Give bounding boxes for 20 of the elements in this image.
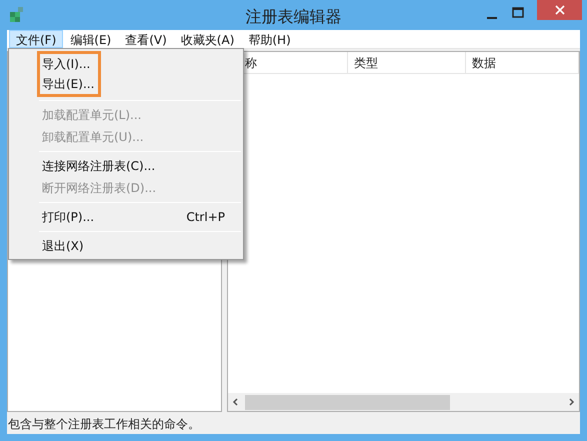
menu-bar-item[interactable]: 文件(F) (9, 30, 64, 48)
maximize-icon[interactable] (511, 6, 525, 20)
menu-item[interactable]: 导入(I)... (40, 54, 98, 74)
menu-bar-item[interactable]: 编辑(E) (63, 30, 118, 48)
horizontal-scrollbar[interactable] (228, 393, 579, 411)
window-title: 注册表编辑器 (244, 6, 342, 28)
close-icon (554, 5, 564, 15)
column-header[interactable]: 类型 (348, 52, 466, 73)
column-header[interactable]: 数据 (466, 52, 579, 73)
menu-bar-item[interactable]: 查看(V) (118, 30, 174, 48)
registry-cubes-icon (8, 6, 26, 24)
menu-bar-item[interactable]: 帮助(H) (241, 30, 298, 48)
close-button[interactable] (537, 0, 582, 20)
status-text: 包含与整个注册表工作相关的命令。 (7, 412, 580, 434)
menu-item[interactable]: 连接网络注册表(C)... (9, 155, 243, 177)
menu-item[interactable]: 打印(P)... Ctrl+P (9, 206, 243, 228)
menu-bar-item[interactable]: 收藏夹(A) (174, 30, 242, 48)
scroll-thumb[interactable] (245, 394, 450, 410)
menu-item[interactable]: 导出(E)... (40, 74, 98, 94)
menu-item[interactable]: 退出(X) (9, 235, 243, 257)
